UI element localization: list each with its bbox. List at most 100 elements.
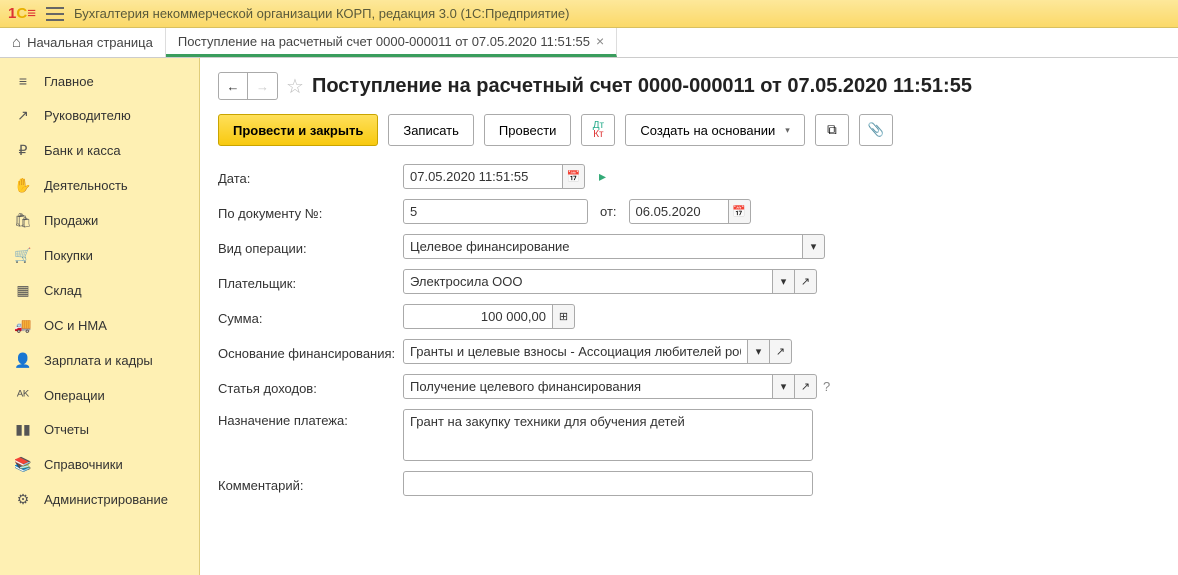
nav-icon: 🚚 [14,317,32,334]
sidebar-item-администрирование[interactable]: ⚙ Администрирование [0,482,199,517]
tab-bar: Начальная страница Поступление на расчет… [0,28,1178,58]
attach-button[interactable]: 📎 [859,114,893,146]
post-button[interactable]: Провести [484,114,572,146]
help-icon[interactable]: ? [823,379,830,394]
sidebar-item-главное[interactable]: ≡ Главное [0,64,199,98]
docnum-input[interactable] [403,199,588,224]
tab-label: Начальная страница [27,35,153,50]
save-button[interactable]: Записать [388,114,474,146]
sidebar-item-продажи[interactable]: 🛍 Продажи [0,203,199,238]
nav-icon: ▮▮ [14,421,32,438]
comment-input[interactable] [403,471,813,496]
apply-icon[interactable]: ▸ [599,168,606,185]
label-payer: Плательщик: [218,272,403,291]
label-comment: Комментарий: [218,474,403,493]
chevron-down-icon[interactable]: ▾ [803,234,825,259]
nav-icon: ⚙ [14,491,32,508]
label-sum: Сумма: [218,307,403,326]
nav-label: ОС и НМА [44,318,107,333]
sidebar-item-руководителю[interactable]: ↗ Руководителю [0,98,199,133]
chevron-down-icon[interactable]: ▾ [748,339,770,364]
app-logo: 1C≡ [8,5,36,22]
nav-label: Руководителю [44,108,131,123]
open-icon[interactable]: ↗ [795,269,817,294]
label-docnum: По документу №: [218,202,403,221]
nav-label: Зарплата и кадры [44,353,153,368]
nav-icon: 🛒 [14,247,32,264]
label-purpose: Назначение платежа: [218,409,403,428]
nav-label: Операции [44,388,105,403]
nav-label: Банк и касса [44,143,121,158]
sidebar: ≡ Главное ↗ Руководителю ₽ Банк и касса ✋ Деяте… [0,58,200,575]
nav-label: Деятельность [44,178,128,193]
nav-icon: ✋ [14,177,32,194]
label-date: Дата: [218,167,403,186]
from-date-input[interactable] [629,199,729,224]
back-button[interactable]: ← [218,72,248,100]
label-income: Статья доходов: [218,377,403,396]
arrow-left-icon: ← [227,79,240,94]
label-basis: Основание финансирования: [218,342,403,361]
favorite-star-icon[interactable]: ☆ [286,74,304,99]
toolbar: Провести и закрыть Записать Провести ДтК… [218,114,1160,146]
label-optype: Вид операции: [218,237,403,256]
nav-icon: 👤 [14,352,32,369]
sidebar-item-справочники[interactable]: 📚 Справочники [0,447,199,482]
forward-button[interactable]: → [248,72,278,100]
nav-icon: 📚 [14,456,32,473]
post-and-close-button[interactable]: Провести и закрыть [218,114,378,146]
structure-icon: ⧉ [827,122,837,138]
tab-home[interactable]: Начальная страница [0,28,166,57]
nav-label: Главное [44,74,94,89]
structure-button[interactable]: ⧉ [815,114,849,146]
content-area: ← → ☆ Поступление на расчетный счет 0000… [200,58,1178,575]
title-bar: 1C≡ Бухгалтерия некоммерческой организац… [0,0,1178,28]
tab-document[interactable]: Поступление на расчетный счет 0000-00001… [166,28,617,57]
page-title: Поступление на расчетный счет 0000-00001… [312,75,972,98]
nav-icon: ᴬᴷ [14,387,32,403]
app-title: Бухгалтерия некоммерческой организации К… [74,6,570,21]
create-from-button[interactable]: Создать на основании [625,114,804,146]
sidebar-item-ос-и-нма[interactable]: 🚚 ОС и НМА [0,308,199,343]
nav-label: Администрирование [44,492,168,507]
chevron-down-icon[interactable]: ▾ [773,374,795,399]
open-icon[interactable]: ↗ [770,339,792,364]
nav-icon: ↗ [14,107,32,124]
purpose-textarea[interactable] [403,409,813,461]
main-menu-icon[interactable] [46,7,64,21]
close-icon[interactable]: × [596,33,604,49]
nav-label: Отчеты [44,422,89,437]
payer-select[interactable] [403,269,773,294]
arrow-right-icon: → [256,79,269,94]
calculator-icon[interactable]: ⊞ [553,304,575,329]
calendar-icon[interactable]: 📅 [563,164,585,189]
paperclip-icon: 📎 [868,122,885,138]
sidebar-item-склад[interactable]: ▦ Склад [0,273,199,308]
sum-input[interactable] [403,304,553,329]
calendar-icon[interactable]: 📅 [729,199,751,224]
income-select[interactable] [403,374,773,399]
nav-icon: ₽ [14,142,32,159]
nav-label: Покупки [44,248,93,263]
tab-label: Поступление на расчетный счет 0000-00001… [178,34,590,49]
chevron-down-icon[interactable]: ▾ [773,269,795,294]
sidebar-item-отчеты[interactable]: ▮▮ Отчеты [0,412,199,447]
sidebar-item-зарплата-и-кадры[interactable]: 👤 Зарплата и кадры [0,343,199,378]
date-input[interactable] [403,164,563,189]
dtkt-button[interactable]: ДтКт [581,114,615,146]
nav-label: Продажи [44,213,98,228]
home-icon [12,34,21,51]
open-icon[interactable]: ↗ [795,374,817,399]
nav-label: Справочники [44,457,123,472]
sidebar-item-покупки[interactable]: 🛒 Покупки [0,238,199,273]
nav-label: Склад [44,283,82,298]
sidebar-item-деятельность[interactable]: ✋ Деятельность [0,168,199,203]
basis-select[interactable] [403,339,748,364]
sidebar-item-операции[interactable]: ᴬᴷ Операции [0,378,199,412]
dtkt-icon: ДтКт [593,121,604,139]
nav-icon: 🛍 [14,212,32,229]
sidebar-item-банк-и-касса[interactable]: ₽ Банк и касса [0,133,199,168]
nav-icon: ▦ [14,282,32,299]
nav-icon: ≡ [14,73,32,89]
optype-select[interactable] [403,234,803,259]
